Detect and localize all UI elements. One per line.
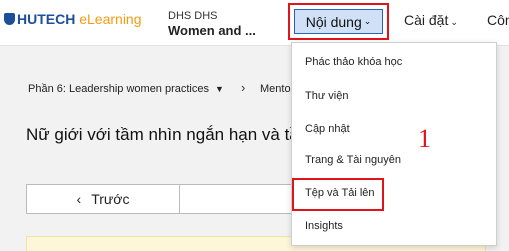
top-header: HUTECH eLearning DHS DHS Women and ... N… — [0, 0, 509, 46]
chevron-down-icon: ⌄ — [450, 17, 458, 27]
previous-button[interactable]: ‹ Trước — [27, 185, 180, 213]
logo-suffix: eLearning — [75, 11, 142, 27]
breadcrumb-section-label: Phần 6: Leadership women practices — [28, 83, 209, 95]
chevron-down-icon: ⌄ — [363, 16, 372, 26]
menu-item-updates[interactable]: Cập nhật — [305, 123, 350, 135]
breadcrumb-subsection[interactable]: Mento — [260, 83, 291, 95]
course-title: Women and ... — [168, 23, 256, 38]
shield-icon — [4, 13, 15, 25]
menu-item-pages-resources[interactable]: Trang & Tài nguyên — [305, 154, 401, 166]
breadcrumb-section[interactable]: Phần 6: Leadership women practices ▼ — [28, 83, 224, 95]
step-annotation: 1 — [418, 124, 431, 153]
unit-title: Nữ giới với tầm nhìn ngắn hạn và tầ — [26, 125, 299, 144]
nav-settings-button[interactable]: Cài đặt ⌄ — [404, 12, 458, 28]
previous-label: Trước — [91, 191, 130, 207]
chevron-right-icon: › — [241, 80, 246, 95]
nav-more-label: Côn — [487, 12, 509, 28]
chevron-left-icon: ‹ — [76, 191, 82, 207]
menu-item-library[interactable]: Thư viện — [305, 90, 348, 102]
nav-more-button[interactable]: Côn — [487, 12, 509, 28]
nav-content-highlight: Nội dung ⌄ — [288, 3, 389, 40]
menu-item-insights[interactable]: Insights — [305, 220, 343, 232]
caret-down-icon: ▼ — [215, 84, 224, 94]
nav-content-label: Nội dung — [305, 13, 362, 30]
nav-settings-label: Cài đặt — [404, 12, 449, 28]
nav-content-button[interactable]: Nội dung ⌄ — [294, 9, 383, 34]
menu-item-course-outline[interactable]: Phác thảo khóa học — [305, 56, 402, 68]
content-dropdown-menu: Phác thảo khóa học Thư viện Cập nhật Tra… — [291, 42, 497, 246]
course-org: DHS DHS — [168, 10, 218, 22]
hutech-logo[interactable]: HUTECH eLearning — [4, 11, 142, 27]
menu-item-files-uploads[interactable]: Tệp và Tải lên — [305, 187, 375, 199]
logo-brand: HUTECH — [17, 11, 76, 27]
